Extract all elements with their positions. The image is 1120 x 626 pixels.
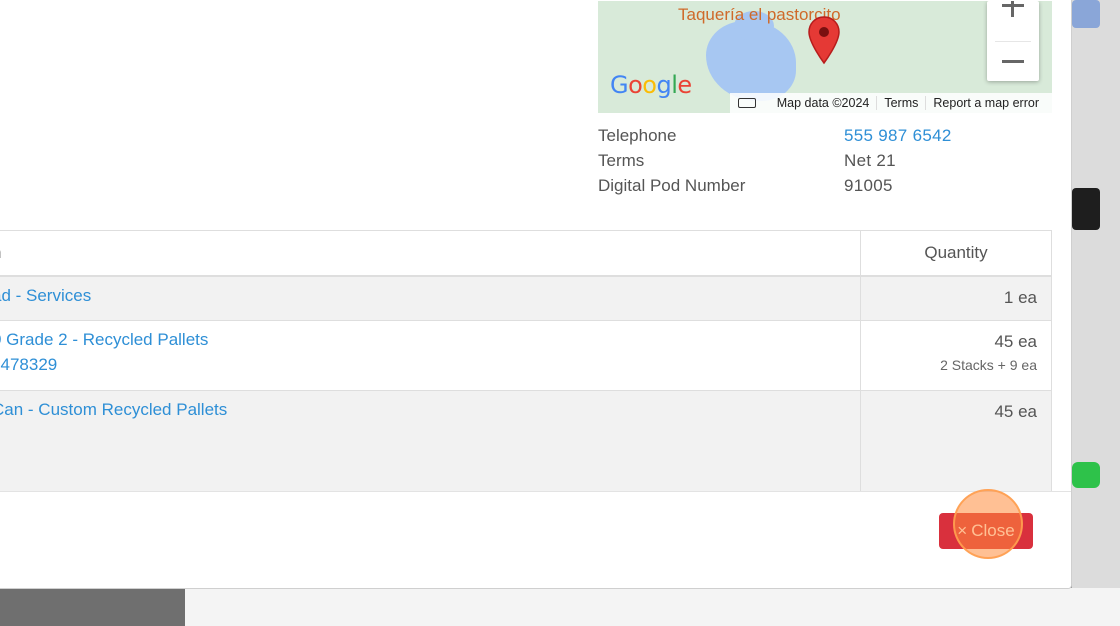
info-row-telephone: Telephone 555 987 6542 (598, 123, 1052, 148)
telephone-link[interactable]: 555 987 6542 (844, 126, 952, 146)
item-cell: Can - Custom Recycled Pallets (0, 390, 861, 501)
map-zoom-control (987, 1, 1039, 81)
item-name: 0 Grade 2 - Recycled Pallets (0, 330, 209, 349)
map-attribution-bar: Map data ©2024 Terms Report a map error (729, 93, 1052, 113)
item-link[interactable]: 0 Grade 2 - Recycled Pallets J478329 (0, 327, 846, 377)
background-dark-element (1072, 188, 1100, 230)
terms-value: Net 21 (844, 150, 896, 170)
location-map[interactable]: Taquería el pastorcito Google Map data ©… (598, 1, 1052, 113)
close-button-label: Close (971, 521, 1015, 540)
close-button[interactable]: × Close (939, 513, 1033, 549)
map-pin-icon[interactable] (807, 15, 841, 65)
quantity-cell: 45 ea (860, 390, 1052, 501)
keyboard-shortcuts-icon[interactable] (737, 98, 756, 108)
item-cell: 0 Grade 2 - Recycled Pallets J478329 (0, 320, 861, 391)
plus-icon (1002, 4, 1024, 7)
info-row-digital-pod-number: Digital Pod Number 91005 (598, 173, 1052, 198)
quantity-cell: 45 ea 2 Stacks + 9 ea (860, 320, 1052, 391)
quantity-cell: 1 ea (860, 275, 1052, 321)
close-icon: × (957, 521, 968, 540)
quantity-value: 45 ea (994, 402, 1037, 421)
info-label: Telephone (598, 125, 677, 145)
quantity-breakdown: 2 Stacks + 9 ea (940, 357, 1037, 373)
minus-icon (1002, 60, 1024, 63)
map-data-attribution: Map data ©2024 (776, 96, 870, 110)
map-terms-link[interactable]: Terms (876, 96, 925, 110)
quantity-value: 1 ea (1003, 287, 1037, 307)
table-row: ad - Services 1 ea (0, 275, 1052, 321)
report-map-error-link[interactable]: Report a map error (925, 96, 1046, 110)
order-detail-modal: Taquería el pastorcito Google Map data ©… (0, 0, 1072, 589)
modal-footer: × Close (0, 489, 1071, 588)
digital-pod-number-value: 91005 (844, 175, 893, 195)
info-label: Digital Pod Number (598, 175, 746, 195)
info-row-terms: Terms Net 21 (598, 148, 1052, 173)
table-row: 0 Grade 2 - Recycled Pallets J478329 45 … (0, 320, 1052, 391)
background-blue-element (1072, 0, 1100, 28)
zoom-out-button[interactable] (987, 41, 1039, 81)
zoom-in-button[interactable] (987, 1, 1039, 41)
item-link[interactable]: ad - Services (0, 283, 846, 308)
google-logo[interactable]: Google (610, 71, 692, 99)
customer-info: Telephone 555 987 6542 Terms Net 21 Digi… (598, 123, 1052, 198)
order-items-table: n Quantity ad - Services 1 ea 0 Grade 2 … (0, 230, 1052, 501)
info-label: Terms (598, 150, 645, 170)
item-code: J478329 (0, 355, 58, 374)
item-cell: ad - Services (0, 275, 861, 321)
quantity-column-header: Quantity (860, 230, 1052, 277)
background-green-element (1072, 462, 1100, 488)
background-right-strip (1072, 0, 1120, 626)
table-row: Can - Custom Recycled Pallets 45 ea (0, 390, 1052, 501)
quantity-value: 45 ea (994, 332, 1037, 351)
table-header-row: n Quantity (0, 230, 1052, 277)
item-link[interactable]: Can - Custom Recycled Pallets (0, 397, 846, 422)
item-column-header: n (0, 230, 861, 277)
background-bottom-dark (0, 588, 185, 626)
